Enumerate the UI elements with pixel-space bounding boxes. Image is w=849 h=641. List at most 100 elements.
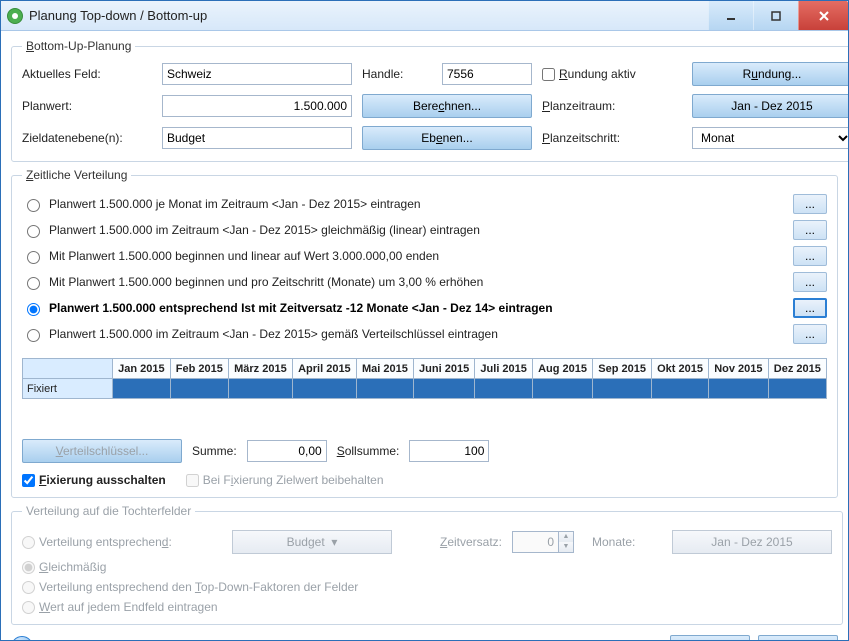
distribution-option-1: Planwert 1.500.000 im Zeitraum <Jan - De… (22, 220, 827, 240)
month-header-cell: Sep 2015 (593, 359, 652, 379)
calculate-button[interactable]: Berechnen... (362, 94, 532, 118)
month-data-cell[interactable] (593, 379, 652, 399)
zeitversatz-label: Zeitversatz: (402, 535, 502, 549)
help-button[interactable]: ? (11, 636, 33, 640)
minimize-button[interactable] (708, 1, 753, 30)
handle-label: Handle: (362, 67, 432, 81)
rounding-active-checkbox[interactable] (542, 68, 555, 81)
distribution-radio-0[interactable] (27, 199, 40, 212)
children-distribution-group: Verteilung auf die Tochterfelder Verteil… (11, 504, 843, 625)
period-button[interactable]: Jan - Dez 2015 (692, 94, 848, 118)
window-title: Planung Top-down / Bottom-up (29, 8, 708, 23)
stepper-down-icon: ▼ (559, 542, 573, 552)
distribution-details-button-0[interactable]: ... (793, 194, 827, 214)
current-field-label: Aktuelles Feld: (22, 67, 152, 81)
handle-input[interactable] (442, 63, 532, 85)
disable-fixation-checkbox[interactable] (22, 474, 35, 487)
month-data-cell[interactable] (652, 379, 709, 399)
planning-dialog: Planung Top-down / Bottom-up Bottom-Up-P… (0, 0, 849, 641)
month-header-cell: Dez 2015 (768, 359, 826, 379)
sub-opt2-radio (22, 561, 35, 574)
distribution-label-1: Planwert 1.500.000 im Zeitraum <Jan - De… (49, 223, 787, 237)
distribution-details-button-1[interactable]: ... (793, 220, 827, 240)
sub-opt4-radio (22, 601, 35, 614)
sub-opt4-label: Wert auf jedem Endfeld eintragen (39, 600, 218, 614)
month-data-cell[interactable] (228, 379, 292, 399)
month-header-cell: Juli 2015 (475, 359, 533, 379)
distribution-options: Planwert 1.500.000 je Monat im Zeitraum … (22, 194, 827, 344)
keep-target-checkbox (186, 474, 199, 487)
month-data-cell[interactable] (475, 379, 533, 399)
distribution-details-button-5[interactable]: ... (793, 324, 827, 344)
cancel-button[interactable]: Abbrechen (758, 635, 838, 640)
month-header-cell: Okt 2015 (652, 359, 709, 379)
app-icon (7, 8, 23, 24)
month-header-cell: Mai 2015 (356, 359, 413, 379)
month-data-cell[interactable] (532, 379, 592, 399)
ok-button[interactable]: OK (670, 635, 750, 640)
distribution-details-button-4[interactable]: ... (793, 298, 827, 318)
distribution-label-3: Mit Planwert 1.500.000 beginnen und pro … (49, 275, 787, 289)
distribution-label-2: Mit Planwert 1.500.000 beginnen und line… (49, 249, 787, 263)
distribution-label-0: Planwert 1.500.000 je Monat im Zeitraum … (49, 197, 787, 211)
disable-fixation-label: Fixierung ausschalten (39, 473, 166, 487)
sum-label: Summe: (192, 444, 237, 458)
sum-input[interactable] (247, 440, 327, 462)
current-field-input[interactable] (162, 63, 352, 85)
target-sum-input[interactable] (409, 440, 489, 462)
rounding-active-label: Rundung aktiv (559, 67, 636, 81)
monate-label: Monate: (592, 535, 662, 549)
keep-target-label: Bei Fixierung Zielwert beibehalten (203, 473, 384, 487)
month-header-cell: März 2015 (228, 359, 292, 379)
sub-budget-select: Budget ▾ (232, 530, 392, 554)
month-data-cell[interactable] (170, 379, 228, 399)
planwert-input[interactable] (162, 95, 352, 117)
planzeitraum-label: Planzeitraum: (542, 99, 682, 113)
rounding-button[interactable]: Rundung... (692, 62, 848, 86)
zeitversatz-input (512, 531, 558, 553)
distribution-label-4: Planwert 1.500.000 entsprechend Ist mit … (49, 301, 787, 315)
month-data-cell[interactable] (709, 379, 769, 399)
month-row-head: Fixiert (23, 379, 113, 399)
sub-opt1-label: Verteilung entsprechend: (39, 535, 172, 549)
month-header-blank (23, 359, 113, 379)
sub-period-button: Jan - Dez 2015 (672, 530, 832, 554)
zieldaten-input[interactable] (162, 127, 352, 149)
planzeitschritt-label: Planzeitschritt: (542, 131, 682, 145)
zieldaten-label: Zieldatenebene(n): (22, 131, 152, 145)
month-header-cell: Aug 2015 (532, 359, 592, 379)
titlebar: Planung Top-down / Bottom-up (1, 1, 848, 31)
children-distribution-legend: Verteilung auf die Tochterfelder (22, 504, 195, 518)
zeitversatz-stepper: ▲▼ (512, 531, 582, 553)
close-button[interactable] (798, 1, 848, 30)
timestep-select[interactable]: Monat (692, 127, 848, 149)
sub-opt2-label: Gleichmäßig (39, 560, 106, 574)
sub-opt3-label: Verteilung entsprechend den Top-Down-Fak… (39, 580, 358, 594)
month-data-cell[interactable] (292, 379, 356, 399)
time-distribution-group: Zeitliche Verteilung Planwert 1.500.000 … (11, 168, 838, 498)
month-data-cell[interactable] (413, 379, 474, 399)
month-data-cell[interactable] (768, 379, 826, 399)
bottom-up-group: Bottom-Up-Planung Aktuelles Feld: Handle… (11, 39, 848, 162)
distribution-details-button-3[interactable]: ... (793, 272, 827, 292)
month-data-cell[interactable] (356, 379, 413, 399)
planwert-label: Planwert: (22, 99, 152, 113)
distribution-key-button[interactable]: Verteilschlüssel... (22, 439, 182, 463)
maximize-button[interactable] (753, 1, 798, 30)
month-table: Jan 2015Feb 2015März 2015April 2015Mai 2… (22, 358, 827, 399)
distribution-radio-3[interactable] (27, 277, 40, 290)
month-data-cell[interactable] (113, 379, 171, 399)
dialog-footer: ? OK Abbrechen (11, 631, 838, 640)
distribution-radio-4[interactable] (27, 303, 40, 316)
distribution-radio-2[interactable] (27, 251, 40, 264)
time-distribution-legend: Zeitliche Verteilung (22, 168, 131, 182)
bottom-up-legend: Bottom-Up-Planung (22, 39, 135, 53)
rounding-active-row: Rundung aktiv (542, 67, 682, 81)
distribution-option-2: Mit Planwert 1.500.000 beginnen und line… (22, 246, 827, 266)
distribution-option-0: Planwert 1.500.000 je Monat im Zeitraum … (22, 194, 827, 214)
distribution-radio-5[interactable] (27, 329, 40, 342)
month-header-cell: Juni 2015 (413, 359, 474, 379)
levels-button[interactable]: Ebenen... (362, 126, 532, 150)
distribution-details-button-2[interactable]: ... (793, 246, 827, 266)
distribution-radio-1[interactable] (27, 225, 40, 238)
